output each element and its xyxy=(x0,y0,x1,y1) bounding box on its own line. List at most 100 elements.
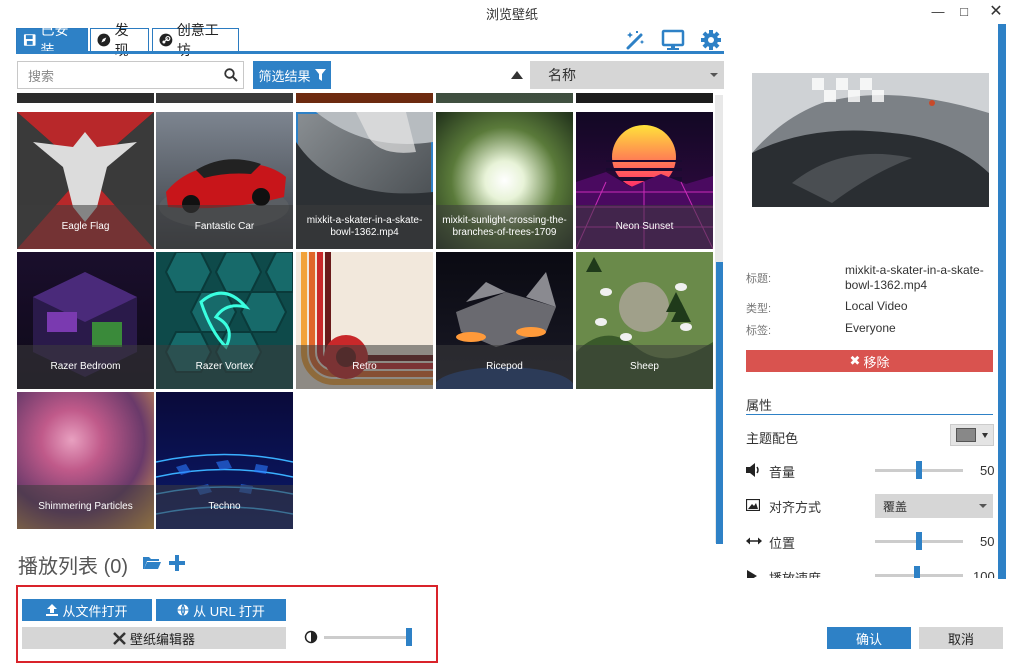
volume-icon xyxy=(746,463,759,477)
wallpaper-title: Neon Sunset xyxy=(576,205,713,249)
wallpaper-title: Ricepod xyxy=(436,345,573,389)
grid-scrollbar-thumb[interactable] xyxy=(716,262,723,544)
position-slider-thumb[interactable] xyxy=(916,532,922,550)
speed-slider-thumb[interactable] xyxy=(914,566,920,578)
tab-discover[interactable]: 发现 xyxy=(90,22,149,58)
filter-button-label: 筛选结果 xyxy=(258,68,311,84)
wallpaper-editor-label: 壁纸编辑器 xyxy=(129,631,195,647)
volume-slider-thumb[interactable] xyxy=(916,461,922,479)
tab-label: 已安装 xyxy=(40,22,69,58)
preview-image xyxy=(752,73,989,207)
save-icon xyxy=(23,34,36,46)
properties-header: 属性 xyxy=(746,398,773,413)
wallpaper-tile-eagle-flag[interactable]: Eagle Flag xyxy=(17,112,154,249)
search-input[interactable] xyxy=(26,63,220,89)
chevron-down-icon xyxy=(979,504,987,508)
wallpaper-tile-neon-sunset[interactable]: Neon Sunset xyxy=(576,112,713,249)
alignment-label: 对齐方式 xyxy=(769,500,822,515)
title-value: mixkit-a-skater-in-a-skate-bowl-1362.mp4 xyxy=(845,263,984,292)
wallpaper-tile-razer-bedroom[interactable]: Razer Bedroom xyxy=(17,252,154,389)
open-file-button[interactable]: 从文件打开 xyxy=(22,599,152,621)
wallpaper-title: Shimmering Particles xyxy=(17,485,154,529)
x-icon: ✖ xyxy=(849,353,861,368)
title-bar: 浏览壁纸 — □ ✕ xyxy=(0,0,1024,24)
play-icon xyxy=(747,570,757,578)
title-label: 标题: xyxy=(746,273,772,285)
wallpaper-tile-sheep[interactable]: Sheep xyxy=(576,252,713,389)
alignment-select[interactable]: 覆盖 xyxy=(875,494,993,518)
speed-row: 播放速度 100 xyxy=(740,560,998,578)
wallpaper-tile-partial[interactable] xyxy=(576,93,713,103)
minimize-button[interactable]: — xyxy=(924,2,952,22)
close-button[interactable]: ✕ xyxy=(982,2,1010,22)
cancel-button[interactable]: 取消 xyxy=(919,627,1003,649)
remove-button[interactable]: ✖ 移除 xyxy=(746,350,993,372)
window-title: 浏览壁纸 xyxy=(485,7,538,22)
wallpaper-tile-shimmering-particles[interactable]: Shimmering Particles xyxy=(17,392,154,529)
steam-icon xyxy=(159,33,173,47)
theme-color-label: 主题配色 xyxy=(746,431,799,446)
brightness-slider-track[interactable] xyxy=(324,636,412,639)
wallpaper-tile-sunlight[interactable]: mixkit-sunlight-crossing-the-branches-of… xyxy=(436,112,573,249)
volume-value: 50 xyxy=(980,463,995,478)
playlist-title-text: 播放列表 xyxy=(18,556,98,578)
wallpaper-title: Razer Vortex xyxy=(156,345,293,389)
speed-value: 100 xyxy=(973,569,995,578)
search-icon[interactable] xyxy=(224,68,238,82)
wallpaper-tile-skater[interactable]: mixkit-a-skater-in-a-skate-bowl-1362.mp4 xyxy=(296,112,433,249)
tab-underline xyxy=(16,51,724,54)
playlist-controls-box xyxy=(16,585,438,663)
sort-select[interactable]: 名称 xyxy=(530,61,724,89)
position-value: 50 xyxy=(980,534,995,549)
upload-icon xyxy=(46,604,59,616)
wallpaper-title: Razer Bedroom xyxy=(17,345,154,389)
folder-open-icon[interactable] xyxy=(142,553,162,573)
open-url-button[interactable]: 从 URL 打开 xyxy=(156,599,286,621)
horizontal-arrows-icon xyxy=(746,537,762,545)
theme-color-picker[interactable] xyxy=(950,424,994,446)
wallpaper-tile-retro[interactable]: Retro xyxy=(296,252,433,389)
brightness-icon xyxy=(304,630,318,644)
details-scrollbar[interactable] xyxy=(998,24,1006,579)
brightness-slider-thumb[interactable] xyxy=(406,628,412,646)
wallpaper-title: mixkit-sunlight-crossing-the-branches-of… xyxy=(436,205,573,249)
color-swatch xyxy=(956,428,976,442)
tags-label: 标签: xyxy=(746,325,772,337)
wallpaper-tile-ricepod[interactable]: Ricepod xyxy=(436,252,573,389)
compass-icon xyxy=(97,33,111,47)
wallpaper-tile-techno[interactable]: Techno xyxy=(156,392,293,529)
filter-button[interactable]: 筛选结果 xyxy=(253,61,331,89)
monitor-icon[interactable] xyxy=(661,28,685,52)
speed-label: 播放速度 xyxy=(769,568,821,578)
image-icon xyxy=(746,499,760,511)
wallpaper-tile-partial[interactable] xyxy=(296,93,433,103)
tab-workshop[interactable]: 创意工坊 xyxy=(152,22,239,58)
wallpaper-tile-razer-vortex[interactable]: Razer Vortex xyxy=(156,252,293,389)
wallpaper-tile-partial[interactable] xyxy=(17,93,154,103)
sort-direction-icon[interactable] xyxy=(510,68,524,82)
wallpaper-grid: Eagle Flag Fantastic Car mixkit-a-skater… xyxy=(16,93,716,537)
ok-button[interactable]: 确认 xyxy=(827,627,911,649)
wallpaper-title: Eagle Flag xyxy=(17,205,154,249)
wallpaper-tile-partial[interactable] xyxy=(156,93,293,103)
remove-label: 移除 xyxy=(863,354,890,370)
wallpaper-title: Sheep xyxy=(576,345,713,389)
maximize-button[interactable]: □ xyxy=(950,2,978,22)
tab-installed[interactable]: 已安装 xyxy=(16,22,88,58)
filter-icon xyxy=(314,69,326,81)
magic-wand-icon[interactable] xyxy=(624,28,648,52)
tab-label: 创意工坊 xyxy=(176,22,219,58)
gear-icon[interactable] xyxy=(699,28,723,52)
playlist-count: (0) xyxy=(103,556,129,578)
volume-label: 音量 xyxy=(769,465,796,480)
open-file-label: 从文件打开 xyxy=(62,603,128,619)
wallpaper-tile-fantastic-car[interactable]: Fantastic Car xyxy=(156,112,293,249)
type-value: Local Video xyxy=(845,299,908,313)
position-label: 位置 xyxy=(769,536,796,551)
wallpaper-tile-partial[interactable] xyxy=(436,93,573,103)
wallpaper-editor-button[interactable]: 壁纸编辑器 xyxy=(22,627,286,649)
globe-icon xyxy=(177,604,189,616)
preview-thumbnail xyxy=(752,73,989,207)
add-icon[interactable] xyxy=(167,553,187,573)
chevron-down-icon xyxy=(710,73,718,77)
